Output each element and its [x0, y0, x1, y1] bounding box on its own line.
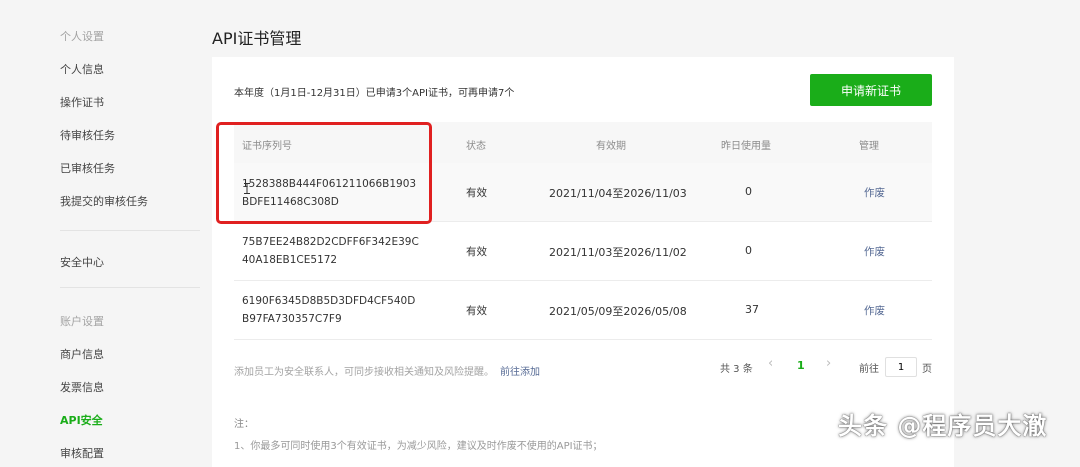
- table-row: 6190F6345D8B5D3DFD4CF540D B97FA730357C7F…: [234, 281, 932, 340]
- cert-serial-line1: 75B7EE24B82D2CDFF6F342E39C: [242, 236, 419, 248]
- revoke-cert-link[interactable]: 作废: [864, 244, 885, 259]
- go-add-contact-link[interactable]: 前往添加: [500, 367, 540, 378]
- header-status: 状态: [466, 141, 486, 152]
- table-row: 1528388B444F061211066B1903 BDFE11468C308…: [234, 163, 932, 222]
- pagination-next-icon[interactable]: ›: [826, 356, 831, 371]
- pagination-goto-label: 前往: [859, 364, 879, 375]
- cert-validity: 2021/11/04至2026/11/03: [549, 187, 687, 200]
- cert-serial-line2: BDFE11468C308D: [242, 196, 339, 208]
- header-usage: 昨日使用量: [721, 141, 771, 152]
- page-title: API证书管理: [212, 29, 302, 48]
- sidebar-item-personal-info[interactable]: 个人信息: [60, 61, 104, 77]
- cert-validity: 2021/11/03至2026/11/02: [549, 246, 687, 259]
- cert-status: 有效: [466, 187, 487, 199]
- pagination-page-1[interactable]: 1: [797, 359, 805, 372]
- pagination-page-unit: 页: [922, 364, 932, 375]
- table-header: 证书序列号 状态 有效期 昨日使用量 管理: [234, 122, 932, 163]
- sidebar-item-pending-tasks[interactable]: 待审核任务: [60, 127, 115, 143]
- cert-serial: 6190F6345D8B5D3DFD4CF540D B97FA730357C7F…: [242, 292, 415, 328]
- cert-serial-line1: 6190F6345D8B5D3DFD4CF540D: [242, 295, 416, 307]
- sidebar-item-review-config[interactable]: 审核配置: [60, 445, 104, 461]
- sidebar-item-invoice-info[interactable]: 发票信息: [60, 379, 104, 395]
- quota-summary: 本年度（1月1日-12月31日）已申请3个API证书，可再申请7个: [234, 88, 515, 99]
- sidebar-item-my-submitted-tasks[interactable]: 我提交的审核任务: [60, 193, 148, 209]
- revoke-cert-link[interactable]: 作废: [864, 185, 885, 200]
- cert-status: 有效: [466, 246, 487, 258]
- cert-usage: 0: [745, 185, 752, 198]
- cert-serial: 75B7EE24B82D2CDFF6F342E39C 40A18EB1CE517…: [242, 233, 419, 269]
- header-validity: 有效期: [596, 141, 626, 152]
- sidebar-item-security-center[interactable]: 安全中心: [60, 254, 104, 270]
- cert-serial-line2: 40A18EB1CE5172: [242, 254, 338, 266]
- sidebar-divider: [60, 230, 200, 231]
- sidebar-item-api-security[interactable]: API安全: [60, 412, 103, 428]
- text-cursor-icon: [244, 183, 250, 194]
- header-manage: 管理: [859, 141, 879, 152]
- cert-serial-line1: 1528388B444F061211066B1903: [242, 178, 417, 190]
- pagination-prev-icon[interactable]: ‹: [768, 356, 773, 371]
- security-contact-note-text: 添加员工为安全联系人，可同步接收相关通知及风险提醒。: [234, 367, 494, 378]
- security-contact-note: 添加员工为安全联系人，可同步接收相关通知及风险提醒。 前往添加: [234, 363, 540, 378]
- sidebar-item-operation-cert[interactable]: 操作证书: [60, 94, 104, 110]
- sidebar-item-reviewed-tasks[interactable]: 已审核任务: [60, 160, 115, 176]
- sidebar-item-merchant-info[interactable]: 商户信息: [60, 346, 104, 362]
- sidebar-divider: [60, 287, 200, 288]
- table-row: 75B7EE24B82D2CDFF6F342E39C 40A18EB1CE517…: [234, 222, 932, 281]
- apply-new-cert-button[interactable]: 申请新证书: [810, 74, 932, 106]
- cert-validity: 2021/05/09至2026/05/08: [549, 305, 687, 318]
- revoke-cert-link[interactable]: 作废: [864, 303, 885, 318]
- cert-status: 有效: [466, 305, 487, 317]
- cert-serial-line2: B97FA730357C7F9: [242, 313, 342, 325]
- pagination-goto-input[interactable]: [885, 357, 917, 377]
- pagination-total: 共 3 条: [720, 364, 753, 375]
- sidebar-group-personal: 个人设置: [60, 30, 104, 43]
- cert-usage: 0: [745, 244, 752, 257]
- watermark: 头条 @程序员大澈: [838, 412, 1048, 440]
- notes-line-1: 1、你最多可同时使用3个有效证书，为减少风险，建议及时作废不使用的API证书；: [234, 441, 603, 452]
- header-serial: 证书序列号: [242, 141, 292, 152]
- sidebar-group-account: 账户设置: [60, 315, 104, 328]
- notes-title: 注：: [234, 419, 254, 430]
- sidebar: 个人设置 个人信息 操作证书 待审核任务 已审核任务 我提交的审核任务 安全中心…: [0, 0, 200, 460]
- cert-usage: 37: [745, 303, 759, 316]
- cert-serial: 1528388B444F061211066B1903 BDFE11468C308…: [242, 175, 416, 211]
